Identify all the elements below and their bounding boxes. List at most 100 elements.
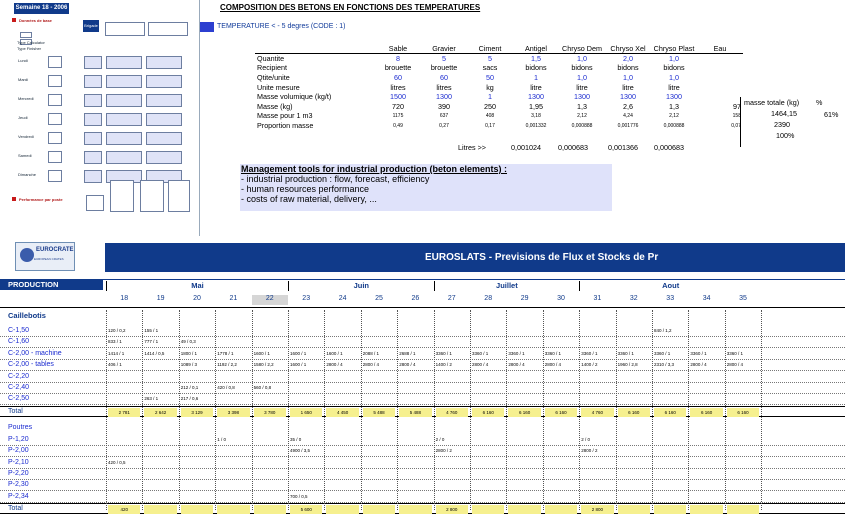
row-cell[interactable]: 4900 / 3,5 <box>290 448 310 453</box>
row-cell[interactable]: 1089 / 3 <box>181 362 197 367</box>
composition-cell[interactable]: 1 <box>467 92 513 102</box>
composition-cell[interactable]: 0,49 <box>375 121 421 131</box>
composition-cell[interactable]: 1,0 <box>651 53 697 64</box>
composition-cell[interactable]: 1300 <box>559 92 605 102</box>
row-cell[interactable]: 2800 / 4 <box>472 362 488 367</box>
composition-cell[interactable]: kg <box>467 82 513 92</box>
composition-cell[interactable]: litre <box>651 82 697 92</box>
composition-cell[interactable] <box>697 73 743 83</box>
composition-cell[interactable]: 0,07 <box>697 121 743 131</box>
composition-cell[interactable]: 0,17 <box>467 121 513 131</box>
row-cell[interactable]: 49 / 0,3 <box>181 339 196 344</box>
composition-cell[interactable]: litres <box>375 82 421 92</box>
row-cell[interactable]: 2310 / 3,3 <box>654 362 674 367</box>
row-cell[interactable]: 840 / 1,2 <box>654 328 672 333</box>
row-cell[interactable]: 3360 / 1 <box>508 351 524 356</box>
composition-cell[interactable]: 1,0 <box>605 73 651 83</box>
composition-cell[interactable] <box>697 82 743 92</box>
composition-cell[interactable]: 720 <box>375 102 421 112</box>
row-cell[interactable]: 420 / 0,5 <box>108 460 126 465</box>
composition-cell[interactable]: litre <box>605 82 651 92</box>
row-cell[interactable]: 2800 / 4 <box>508 362 524 367</box>
row-cell[interactable]: 1600 / 1 <box>290 351 306 356</box>
composition-cell[interactable]: bidons <box>559 63 605 73</box>
row-cell[interactable]: 777 / 1 <box>144 339 158 344</box>
row-cell[interactable]: 120 / 0,2 <box>108 328 126 333</box>
composition-cell[interactable]: 50 <box>467 73 513 83</box>
composition-cell[interactable]: brouette <box>421 63 467 73</box>
row-cell[interactable]: 1800 / 1 <box>181 351 197 356</box>
row-cell[interactable]: 2800 / 4 <box>690 362 706 367</box>
row-cell[interactable]: 1778 / 1 <box>217 351 233 356</box>
composition-cell[interactable]: bidons <box>513 63 559 73</box>
composition-cell[interactable] <box>697 92 743 102</box>
composition-cell[interactable] <box>697 63 743 73</box>
row-cell[interactable]: 2800 / 2 <box>436 448 452 453</box>
composition-cell[interactable]: litres <box>421 82 467 92</box>
composition-cell[interactable]: 0,001776 <box>605 121 651 131</box>
row-cell[interactable]: 1960 / 2,8 <box>618 362 638 367</box>
composition-cell[interactable]: 408 <box>467 111 513 121</box>
composition-cell[interactable]: 2,6 <box>605 102 651 112</box>
composition-cell[interactable]: 2,12 <box>559 111 605 121</box>
composition-cell[interactable]: bidons <box>605 63 651 73</box>
row-cell[interactable]: 420 / 0,8 <box>217 385 235 390</box>
row-cell[interactable]: 212 / 0,1 <box>181 385 199 390</box>
composition-cell[interactable]: 0,000888 <box>651 121 697 131</box>
row-cell[interactable]: 700 / 0,5 <box>290 494 308 499</box>
row-cell[interactable]: 2800 / 4 <box>727 362 743 367</box>
composition-cell[interactable]: litre <box>559 82 605 92</box>
composition-cell[interactable]: 0,001332 <box>513 121 559 131</box>
composition-cell[interactable]: 250 <box>467 102 513 112</box>
composition-cell[interactable]: 97 <box>697 102 743 112</box>
row-cell[interactable]: 263 / 1 <box>144 396 158 401</box>
composition-cell[interactable]: 637 <box>421 111 467 121</box>
composition-cell[interactable]: sacs <box>467 63 513 73</box>
composition-cell[interactable]: 1300 <box>513 92 559 102</box>
row-cell[interactable]: 2688 / 1 <box>399 351 415 356</box>
row-cell[interactable]: 2800 / 2 <box>581 448 597 453</box>
row-cell[interactable]: 2088 / 1 <box>363 351 379 356</box>
composition-cell[interactable]: litre <box>513 82 559 92</box>
row-cell[interactable]: 3360 / 1 <box>472 351 488 356</box>
composition-cell[interactable]: 158 <box>697 111 743 121</box>
row-cell[interactable]: 35 / 0 <box>290 437 301 442</box>
composition-cell[interactable]: 1300 <box>605 92 651 102</box>
row-cell[interactable]: 2 / 0 <box>581 437 590 442</box>
composition-cell[interactable]: 4,24 <box>605 111 651 121</box>
composition-cell[interactable]: 8 <box>375 53 421 64</box>
row-cell[interactable]: 2800 / 4 <box>326 362 342 367</box>
composition-cell[interactable]: 5 <box>421 53 467 64</box>
composition-cell[interactable]: 390 <box>421 102 467 112</box>
row-cell[interactable]: 1600 / 1 <box>254 351 270 356</box>
row-cell[interactable]: 3360 / 1 <box>545 351 561 356</box>
row-cell[interactable]: 3360 / 1 <box>690 351 706 356</box>
composition-cell[interactable]: 1175 <box>375 111 421 121</box>
composition-cell[interactable] <box>697 53 743 64</box>
composition-cell[interactable]: 1500 <box>375 92 421 102</box>
row-cell[interactable]: 217 / 0,6 <box>181 396 199 401</box>
row-cell[interactable]: 1 / 0 <box>217 437 226 442</box>
composition-cell[interactable]: 0,000888 <box>559 121 605 131</box>
composition-cell[interactable]: 1,0 <box>559 73 605 83</box>
row-cell[interactable]: 3360 / 1 <box>654 351 670 356</box>
row-cell[interactable]: 406 / 1 <box>108 362 122 367</box>
row-cell[interactable]: 1414 / 1 <box>108 351 124 356</box>
row-cell[interactable]: 3360 / 1 <box>436 351 452 356</box>
composition-cell[interactable]: 1300 <box>651 92 697 102</box>
composition-cell[interactable]: 5 <box>467 53 513 64</box>
composition-cell[interactable]: 1,3 <box>559 102 605 112</box>
composition-cell[interactable]: 1,0 <box>559 53 605 64</box>
row-cell[interactable]: 2800 / 4 <box>545 362 561 367</box>
row-cell[interactable]: 1580 / 2,2 <box>254 362 274 367</box>
row-cell[interactable]: 1400 / 2 <box>581 362 597 367</box>
composition-cell[interactable]: 1 <box>513 73 559 83</box>
row-cell[interactable]: 2 / 0 <box>436 437 445 442</box>
row-cell[interactable]: 1400 / 2 <box>436 362 452 367</box>
row-cell[interactable]: 560 / 0,8 <box>254 385 272 390</box>
composition-cell[interactable]: 1,95 <box>513 102 559 112</box>
composition-cell[interactable]: 2,12 <box>651 111 697 121</box>
row-cell[interactable]: 833 / 1 <box>108 339 122 344</box>
row-cell[interactable]: 2800 / 4 <box>399 362 415 367</box>
composition-cell[interactable]: 0,27 <box>421 121 467 131</box>
